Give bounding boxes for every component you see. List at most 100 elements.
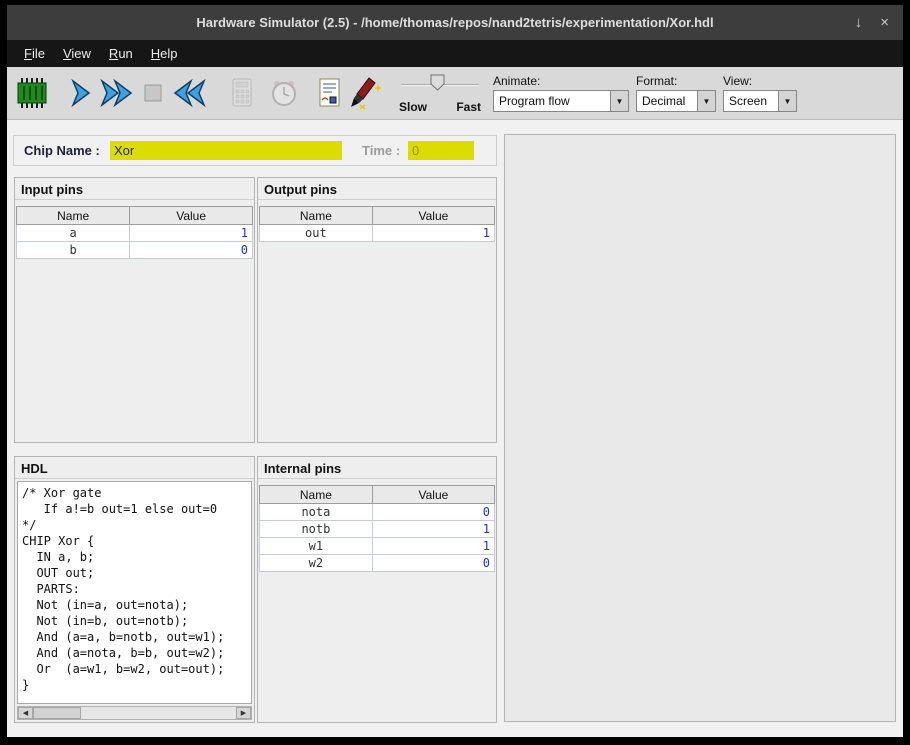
window-title: Hardware Simulator (2.5) - /home/thomas/… — [196, 15, 713, 30]
menu-item-help[interactable]: Help — [142, 42, 187, 65]
hdl-code-line: /* Xor gate — [22, 485, 247, 501]
slider-thumb-icon[interactable] — [430, 74, 445, 91]
hdl-title: HDL — [15, 457, 254, 479]
output-pins-table: Name Value out 1 — [259, 206, 495, 242]
step-forward-icon — [64, 77, 96, 109]
calculator-icon — [226, 76, 258, 110]
table-header-row: Name Value — [17, 207, 253, 225]
rewind-icon — [170, 77, 208, 109]
stop-icon — [138, 78, 168, 108]
chip-name-field: Xor — [110, 141, 342, 160]
stop-button — [138, 71, 168, 115]
pin-value: 1 — [372, 538, 494, 555]
hdl-code-line: And (a=nota, b=b, out=w2); — [22, 645, 247, 661]
pin-row-w2: w2 0 — [260, 555, 495, 572]
animate-label: Animate: — [493, 74, 629, 88]
hdl-horizontal-scrollbar[interactable]: ◀ ▶ — [17, 706, 252, 720]
input-pins-panel: Input pins Name Value a 1 b 0 — [14, 177, 255, 443]
pin-value[interactable]: 0 — [130, 242, 253, 259]
pin-row-out: out 1 — [260, 225, 495, 242]
paintbrush-icon — [348, 76, 384, 110]
load-chip-button[interactable] — [14, 71, 50, 115]
speed-slider[interactable]: Slow Fast — [399, 71, 481, 115]
screen-view-panel — [504, 134, 896, 722]
pin-value: 0 — [372, 555, 494, 572]
view-label: View: — [723, 74, 797, 88]
pin-row-nota: nota 0 — [260, 504, 495, 521]
pin-name: out — [260, 225, 373, 242]
format-combobox[interactable]: Decimal ▼ — [636, 90, 716, 112]
output-pins-title: Output pins — [258, 178, 496, 200]
time-field: 0 — [408, 141, 474, 160]
menu-item-run[interactable]: Run — [100, 42, 142, 65]
chip-name-label: Chip Name : — [24, 143, 100, 158]
pin-row-notb: notb 1 — [260, 521, 495, 538]
column-header-name: Name — [17, 207, 130, 225]
hdl-code-line: } — [22, 677, 247, 693]
column-header-name: Name — [260, 486, 373, 504]
pin-row-b: b 0 — [17, 242, 253, 259]
hdl-code-line: CHIP Xor { — [22, 533, 247, 549]
calculator-button — [226, 71, 258, 115]
view-combobox[interactable]: Screen ▼ — [723, 90, 797, 112]
pin-name: nota — [260, 504, 373, 521]
pin-row-a: a 1 — [17, 225, 253, 242]
minimize-icon[interactable]: ↓ — [855, 14, 863, 31]
titlebar: Hardware Simulator (2.5) - /home/thomas/… — [7, 5, 903, 40]
fast-forward-icon — [98, 77, 136, 109]
pin-row-w1: w1 1 — [260, 538, 495, 555]
hdl-code-line: */ — [22, 517, 247, 533]
scroll-right-icon[interactable]: ▶ — [236, 707, 251, 719]
format-combo-group: Format: Decimal ▼ — [636, 69, 716, 117]
messages-button[interactable] — [348, 71, 384, 115]
hdl-code-line: Not (in=a, out=nota); — [22, 597, 247, 613]
format-value: Decimal — [637, 94, 697, 108]
pin-name: a — [17, 225, 130, 242]
column-header-value: Value — [372, 207, 494, 225]
menu-item-file[interactable]: File — [15, 42, 54, 65]
hdl-code-line: OUT out; — [22, 565, 247, 581]
internal-pins-panel: Internal pins Name Value nota 0 notb — [257, 456, 497, 723]
slider-slow-label: Slow — [399, 100, 427, 114]
pin-name: notb — [260, 521, 373, 538]
table-header-row: Name Value — [260, 207, 495, 225]
reset-button[interactable] — [170, 71, 208, 115]
pin-value[interactable]: 1 — [130, 225, 253, 242]
main-content: Chip Name : Xor Time : 0 Input pins Name… — [7, 120, 903, 737]
pin-value: 1 — [372, 521, 494, 538]
run-button[interactable] — [98, 71, 136, 115]
hdl-code-line: IN a, b; — [22, 549, 247, 565]
chevron-down-icon[interactable]: ▼ — [610, 91, 628, 111]
hdl-code-line: If a!=b out=1 else out=0 — [22, 501, 247, 517]
scrollbar-thumb[interactable] — [33, 707, 81, 719]
toolbar: Slow Fast Animate: Program flow ▼ Format… — [7, 67, 903, 120]
pin-name: w2 — [260, 555, 373, 572]
app-window: Hardware Simulator (2.5) - /home/thomas/… — [7, 5, 903, 737]
hdl-code-area[interactable]: /* Xor gate If a!=b out=1 else out=0*/CH… — [17, 481, 252, 704]
input-pins-title: Input pins — [15, 178, 254, 200]
format-label: Format: — [636, 74, 716, 88]
chevron-down-icon[interactable]: ▼ — [778, 91, 796, 111]
clock-button — [268, 71, 300, 115]
scroll-left-icon[interactable]: ◀ — [18, 707, 33, 719]
menu-item-view[interactable]: View — [54, 42, 100, 65]
input-pins-table: Name Value a 1 b 0 — [16, 206, 253, 259]
animate-value: Program flow — [494, 94, 610, 108]
close-icon[interactable]: × — [880, 14, 889, 31]
animate-combobox[interactable]: Program flow ▼ — [493, 90, 629, 112]
menubar: FileViewRunHelp — [7, 40, 903, 67]
pin-value: 1 — [372, 225, 494, 242]
chevron-down-icon[interactable]: ▼ — [697, 91, 715, 111]
hdl-code-line: And (a=a, b=notb, out=w1); — [22, 629, 247, 645]
scrollbar-track[interactable] — [81, 707, 236, 719]
script-button[interactable] — [314, 71, 346, 115]
script-icon — [314, 76, 346, 110]
pin-value: 0 — [372, 504, 494, 521]
internal-pins-table: Name Value nota 0 notb 1 w1 1 — [259, 485, 495, 572]
view-value: Screen — [724, 94, 778, 108]
output-pins-panel: Output pins Name Value out 1 — [257, 177, 497, 443]
chip-icon — [14, 76, 50, 110]
single-step-button[interactable] — [64, 71, 96, 115]
hdl-code-line: Or (a=w1, b=w2, out=out); — [22, 661, 247, 677]
internal-pins-title: Internal pins — [258, 457, 496, 479]
